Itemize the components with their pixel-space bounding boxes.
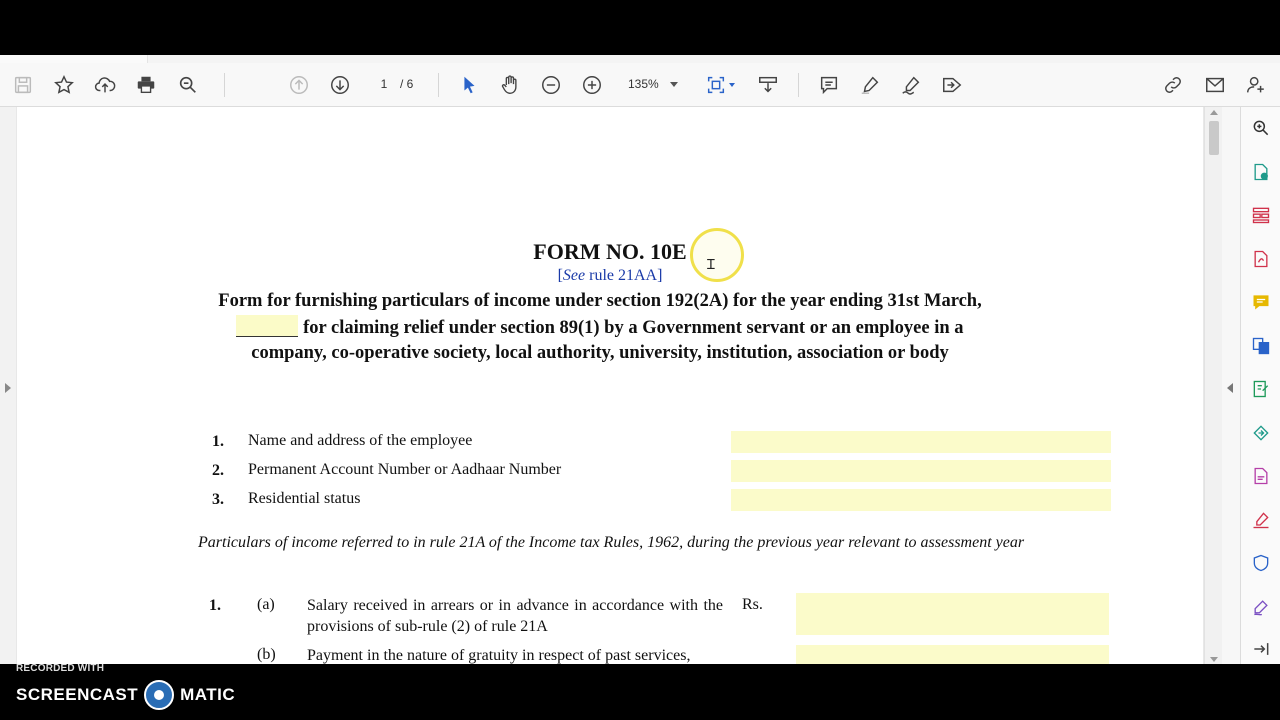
expand-left-icon[interactable] bbox=[5, 383, 11, 393]
link-icon[interactable] bbox=[1159, 71, 1187, 99]
fill-sign-icon[interactable] bbox=[1250, 465, 1272, 487]
toolbar-separator bbox=[438, 73, 439, 97]
fit-page-icon[interactable] bbox=[702, 71, 730, 99]
page-total: / 6 bbox=[400, 77, 414, 91]
row-sub-b: (b) bbox=[257, 646, 276, 663]
toolbar-separator bbox=[798, 73, 799, 97]
print-icon[interactable] bbox=[132, 71, 160, 99]
document-viewer: FORM NO. 10E [See rule 21AA] Form for fu… bbox=[0, 107, 1240, 664]
tab-strip bbox=[0, 55, 1280, 63]
comment-icon[interactable] bbox=[815, 71, 843, 99]
scroll-down-icon[interactable] bbox=[1210, 657, 1218, 662]
zoom-tool-icon[interactable] bbox=[1250, 117, 1272, 139]
year-blank-field[interactable] bbox=[236, 314, 299, 337]
brand-left-text: SCREENCAST bbox=[16, 685, 139, 704]
export-pdf-icon[interactable] bbox=[1250, 161, 1272, 183]
employee-name-field[interactable] bbox=[731, 431, 1111, 453]
comment-tool-icon[interactable] bbox=[1250, 291, 1272, 313]
item-label-residential-status: Residential status bbox=[248, 490, 361, 507]
save-icon[interactable] bbox=[9, 71, 37, 99]
row-b-text: Payment in the nature of gratuity in res… bbox=[307, 647, 691, 664]
residential-status-field[interactable] bbox=[731, 489, 1111, 511]
toolbar-separator bbox=[224, 73, 225, 97]
fit-page-caret-icon[interactable] bbox=[729, 83, 735, 87]
salary-arrears-field[interactable] bbox=[796, 593, 1109, 635]
scrollbar-thumb[interactable] bbox=[1209, 121, 1219, 155]
row-a-unit: Rs. bbox=[742, 596, 763, 613]
subtitle-see: See bbox=[562, 267, 586, 284]
screencast-logo: SCREENCAST MATIC bbox=[16, 680, 235, 710]
item-number: 2. bbox=[212, 462, 224, 479]
row-a-text: Salary received in arrears or in advance… bbox=[307, 597, 723, 635]
zoom-out-icon[interactable] bbox=[537, 71, 565, 99]
next-page-icon[interactable] bbox=[326, 71, 354, 99]
gratuity-field[interactable] bbox=[796, 645, 1109, 664]
brand-right-text: MATIC bbox=[180, 685, 236, 704]
zoom-select[interactable]: 135% bbox=[620, 73, 686, 95]
zoom-in-icon[interactable] bbox=[578, 71, 606, 99]
right-panel-toggle[interactable] bbox=[1222, 107, 1240, 664]
create-pdf-icon[interactable] bbox=[1250, 248, 1272, 270]
item-number: 3. bbox=[212, 491, 224, 508]
row-number: 1. bbox=[209, 597, 221, 614]
zoom-dropdown-caret-icon[interactable] bbox=[670, 82, 678, 87]
item-number: 1. bbox=[212, 433, 224, 450]
page-number-field[interactable]: 1 bbox=[368, 73, 400, 95]
select-cursor-icon[interactable] bbox=[455, 71, 483, 99]
email-icon[interactable] bbox=[1201, 71, 1229, 99]
row-sub-a: (a) bbox=[257, 596, 275, 613]
record-icon bbox=[144, 680, 175, 710]
scroll-mode-icon[interactable] bbox=[754, 71, 782, 99]
pdf-page[interactable]: FORM NO. 10E [See rule 21AA] Form for fu… bbox=[17, 107, 1203, 664]
highlight-icon[interactable] bbox=[856, 71, 884, 99]
form-description: Form for furnishing particulars of incom… bbox=[207, 289, 993, 367]
cursor-highlight-ring bbox=[690, 228, 744, 282]
particulars-heading: Particulars of income referred to in rul… bbox=[198, 534, 1025, 551]
combine-files-icon[interactable] bbox=[1250, 335, 1272, 357]
collapse-right-icon[interactable] bbox=[1227, 383, 1233, 393]
collapse-pane-icon[interactable] bbox=[1250, 638, 1272, 660]
recorded-with-label: RECORDED WITH bbox=[16, 663, 105, 674]
upload-icon[interactable] bbox=[91, 71, 119, 99]
description-part-2: for claiming relief under section 89(1) … bbox=[251, 317, 964, 364]
text-cursor-icon: Ɪ bbox=[707, 256, 715, 272]
share-icon[interactable] bbox=[938, 71, 966, 99]
hand-tool-icon[interactable] bbox=[496, 71, 524, 99]
prev-page-icon[interactable] bbox=[285, 71, 313, 99]
vertical-scrollbar[interactable] bbox=[1204, 107, 1222, 664]
pan-field[interactable] bbox=[731, 460, 1111, 482]
protect-icon[interactable] bbox=[1250, 552, 1272, 574]
organize-pages-icon[interactable] bbox=[1250, 204, 1272, 226]
description-part-1: Form for furnishing particulars of incom… bbox=[218, 291, 982, 311]
find-icon[interactable] bbox=[174, 71, 202, 99]
tab-ghost[interactable] bbox=[0, 55, 148, 63]
item-label-name-address: Name and address of the employee bbox=[248, 432, 473, 449]
more-tools-pen-icon[interactable] bbox=[1250, 596, 1272, 618]
edit-pdf-icon[interactable] bbox=[1250, 378, 1272, 400]
tools-pane bbox=[1240, 107, 1280, 664]
sign-icon[interactable] bbox=[897, 71, 925, 99]
left-panel-toggle[interactable] bbox=[0, 107, 16, 664]
subtitle-rule-link[interactable]: rule 21AA] bbox=[585, 267, 662, 284]
item-label-pan: Permanent Account Number or Aadhaar Numb… bbox=[248, 461, 562, 478]
bookmark-star-icon[interactable] bbox=[50, 71, 78, 99]
top-letterbox bbox=[0, 0, 1280, 55]
form-title: FORM NO. 10E bbox=[533, 239, 687, 264]
zoom-value: 135% bbox=[628, 77, 659, 91]
sign-tool-icon[interactable] bbox=[1250, 509, 1272, 531]
scroll-up-icon[interactable] bbox=[1210, 110, 1218, 115]
add-user-icon[interactable] bbox=[1242, 71, 1270, 99]
send-for-signature-icon[interactable] bbox=[1250, 422, 1272, 444]
form-subtitle: [See rule 21AA] bbox=[17, 267, 1203, 285]
